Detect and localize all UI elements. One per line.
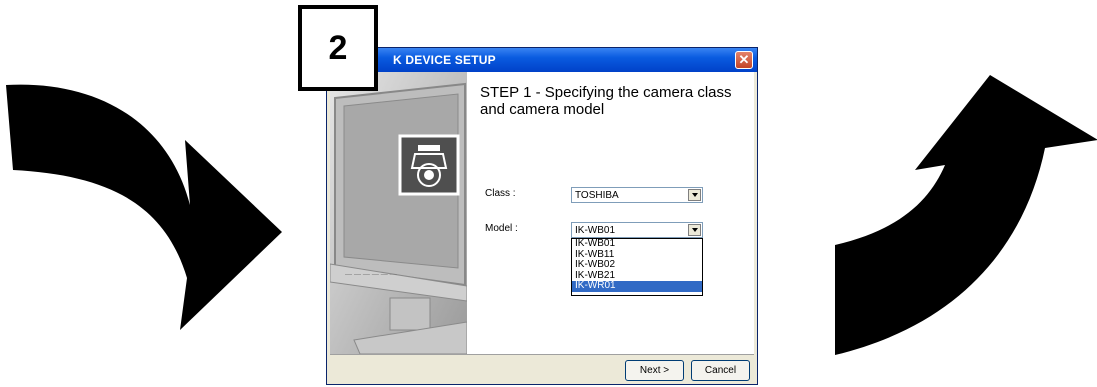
wizard-content: — — — — — — STEP 1 - Specifying the came… — [330, 72, 754, 355]
chevron-down-icon[interactable] — [688, 224, 701, 236]
dropdown-option-selected[interactable]: IK-WR01 — [572, 281, 702, 292]
model-select[interactable]: IK-WB01 — [571, 222, 703, 238]
dropdown-option[interactable]: IK-WB01 — [572, 238, 702, 250]
window-client: — — — — — — STEP 1 - Specifying the came… — [330, 72, 754, 381]
title-bar[interactable]: K DEVICE SETUP ✕ — [327, 48, 757, 72]
window-title: K DEVICE SETUP — [393, 53, 496, 67]
curved-arrow-up-right-icon — [835, 75, 1097, 355]
next-button[interactable]: Next > — [625, 360, 684, 381]
curved-arrow-down-right-icon — [6, 84, 282, 330]
close-icon: ✕ — [738, 52, 750, 67]
model-label: Model : — [485, 223, 518, 234]
class-label: Class : — [485, 188, 516, 199]
model-dropdown-list: IK-WB01 IK-WB11 IK-WB02 IK-WB21 IK-WR01 — [571, 238, 703, 296]
class-value: TOSHIBA — [575, 190, 619, 201]
class-select[interactable]: TOSHIBA — [571, 187, 703, 203]
monitor-illustration: — — — — — — — [330, 72, 467, 354]
close-button[interactable]: ✕ — [735, 51, 753, 69]
step-title: STEP 1 - Specifying the camera class and… — [480, 84, 732, 118]
chevron-down-icon[interactable] — [688, 189, 701, 201]
model-value: IK-WB01 — [575, 225, 616, 236]
ptz-camera-icon — [398, 134, 460, 196]
step-number-badge: 2 — [298, 5, 378, 91]
device-setup-window: K DEVICE SETUP ✕ — — — — — — STEP 1 - Sp… — [326, 47, 758, 385]
cancel-button[interactable]: Cancel — [691, 360, 750, 381]
svg-text:— — — — — —: — — — — — — — [345, 271, 397, 278]
